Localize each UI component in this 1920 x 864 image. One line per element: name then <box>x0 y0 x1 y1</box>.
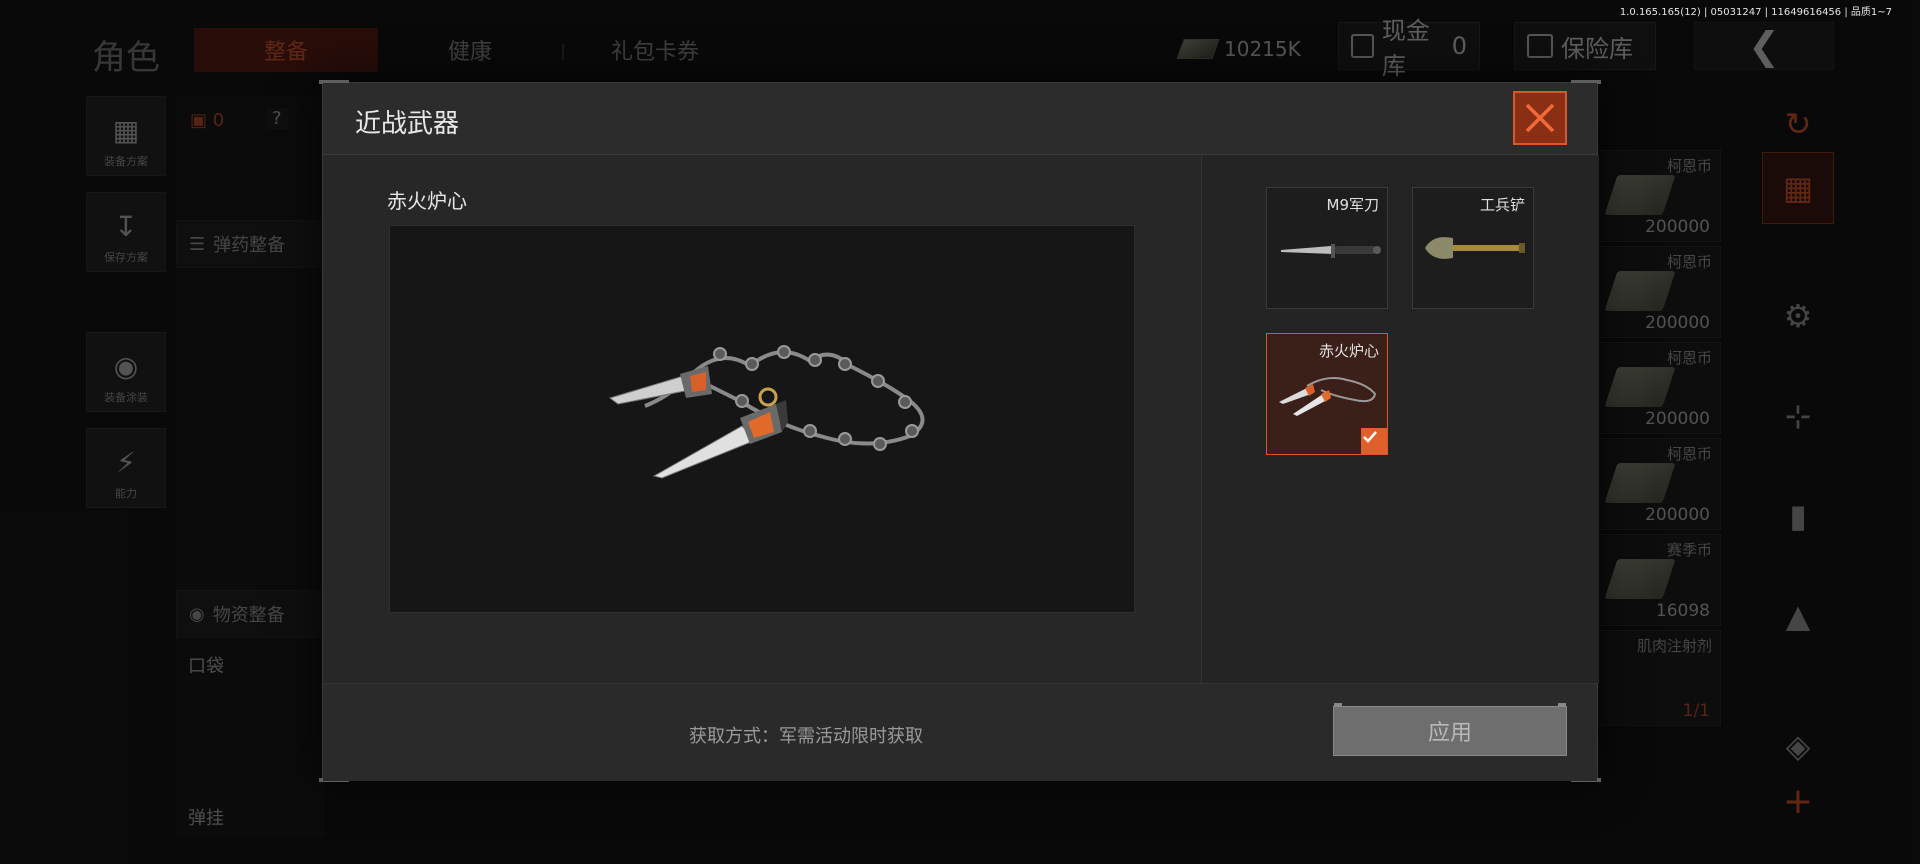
add-icon[interactable]: + <box>1762 776 1834 826</box>
coin-icon <box>1604 559 1676 599</box>
backpack-icon: ▦ <box>112 114 140 147</box>
skin-m9-bayonet[interactable]: M9军刀 <box>1266 187 1388 309</box>
energy-icon: ⚡ <box>116 446 136 479</box>
bayonet-icon <box>1281 244 1381 258</box>
dialog-title: 近战武器 <box>355 109 460 139</box>
armor-icon[interactable]: ◈ <box>1762 710 1834 782</box>
skin-list: M9军刀 工兵铲 赤火炉心 <box>1201 155 1599 683</box>
nav-ability[interactable]: ⚡ 能力 <box>86 428 166 508</box>
nav-label: 能力 <box>115 487 137 500</box>
close-button[interactable] <box>1513 91 1567 145</box>
cash-stack-icon <box>1604 175 1676 215</box>
supply-icon: ◉ <box>189 603 205 625</box>
loadout-panel: ▣ 0 ? ☰ 弹药整备 ◉ 物资整备 口袋 弹挂 <box>176 96 326 836</box>
supply-prep-button[interactable]: ◉ 物资整备 <box>176 590 326 638</box>
skin-red-fire-core[interactable]: 赤火炉心 <box>1266 333 1388 455</box>
cash-vault-count: 0 <box>1451 32 1467 60</box>
cash-vault-button[interactable]: 现金库 0 <box>1338 17 1480 80</box>
stash-item[interactable]: 柯恩币 200000 <box>1596 150 1721 242</box>
top-bar: 角色 整备 健康 礼包卡券 10215K 现金库 0 保险库 ❮ <box>0 17 1920 80</box>
acquire-method-text: 获取方式：军需活动限时获取 <box>689 726 923 747</box>
pocket-label: 口袋 <box>188 656 224 677</box>
stash-item[interactable]: 柯恩币 200000 <box>1596 342 1721 434</box>
vault-icon <box>1351 34 1374 58</box>
chevron-left-icon: ❮ <box>1748 24 1780 68</box>
nav-label: 装备方案 <box>104 155 148 168</box>
weapon-attachment-icon[interactable]: ⚙ <box>1762 280 1834 352</box>
cash-icon <box>1176 39 1220 59</box>
insurance-vault-button[interactable]: 保险库 <box>1514 22 1656 70</box>
selected-item-name: 赤火炉心 <box>387 189 467 213</box>
ammo-label: 弹药整备 <box>213 235 286 256</box>
mag-label: 弹挂 <box>188 808 224 829</box>
tab-equip[interactable]: 整备 <box>194 28 378 72</box>
nav-loadout-plan[interactable]: ▦ 装备方案 <box>86 96 166 176</box>
magazine-icon[interactable]: ▮ <box>1762 480 1834 552</box>
item-preview-area: 赤火炉心 <box>323 155 1201 683</box>
stash-item[interactable]: 肌肉注射剂 1/1 <box>1596 630 1721 726</box>
chain-blade-icon <box>608 345 925 479</box>
currency-display: 10215K <box>1176 30 1301 68</box>
weapon-preview <box>389 225 1135 613</box>
safe-icon <box>1527 34 1553 58</box>
grenade-icon[interactable]: ▲ <box>1762 580 1834 652</box>
back-button[interactable]: ❮ <box>1694 22 1834 70</box>
skin-entrenching-shovel[interactable]: 工兵铲 <box>1412 187 1534 309</box>
nav-label: 装备涂装 <box>104 391 148 404</box>
help-icon[interactable]: ? <box>266 108 288 129</box>
stash-grid: 柯恩币 200000 柯恩币 200000 柯恩币 200000 柯恩币 200… <box>1596 150 1726 726</box>
cash-vault-label: 现金库 <box>1381 17 1430 80</box>
download-icon: ↧ <box>114 210 138 243</box>
stash-item[interactable]: 赛季币 16098 <box>1596 534 1721 626</box>
nav-equipment-paint[interactable]: ◉ 装备涂装 <box>86 332 166 412</box>
close-icon <box>1525 103 1555 133</box>
selected-check-icon <box>1361 428 1387 454</box>
apply-button[interactable]: 应用 <box>1333 703 1567 756</box>
melee-weapon-dialog: 近战武器 赤火炉心 M9军刀 工兵铲 赤火炉心 获取方式：军需活动限时获取 应用 <box>319 80 1601 782</box>
shovel-icon <box>1425 237 1525 259</box>
tab-health[interactable]: 健康 <box>420 28 520 72</box>
page-title: 角色 <box>92 38 160 78</box>
sort-icon[interactable]: ↻ <box>1762 100 1834 148</box>
insurance-label: 保险库 <box>1561 34 1633 63</box>
nav-save-plan[interactable]: ↧ 保存方案 <box>86 192 166 272</box>
ammo-icon: ☰ <box>189 233 206 255</box>
stash-item[interactable]: 柯恩币 200000 <box>1596 438 1721 530</box>
version-text: 1.0.165.165(12) | 05031247 | 11649616456… <box>1619 7 1892 18</box>
armor-count: ▣ 0 <box>190 110 225 131</box>
stash-tab-icon[interactable]: ▦ <box>1762 152 1834 224</box>
ammo-prep-button[interactable]: ☰ 弹药整备 <box>176 220 326 268</box>
cash-stack-icon <box>1604 463 1676 503</box>
rifle-icon[interactable]: ⊹ <box>1762 380 1834 452</box>
tab-divider <box>562 44 564 60</box>
supply-label: 物资整备 <box>212 605 285 626</box>
dialog-header: 近战武器 <box>323 83 1597 155</box>
helmet-icon: ◉ <box>113 350 139 383</box>
cash-stack-icon <box>1604 271 1676 311</box>
dialog-footer: 获取方式：军需活动限时获取 应用 <box>323 683 1597 781</box>
right-nav: ↻ ▦ ⚙ ⊹ ▮ ▲ ◈ + <box>1762 100 1834 840</box>
nav-label: 保存方案 <box>104 251 148 264</box>
cash-stack-icon <box>1604 367 1676 407</box>
currency-amount: 10215K <box>1224 37 1301 61</box>
stash-item[interactable]: 柯恩币 200000 <box>1596 246 1721 338</box>
tab-gift-pack[interactable]: 礼包卡券 <box>590 28 720 72</box>
